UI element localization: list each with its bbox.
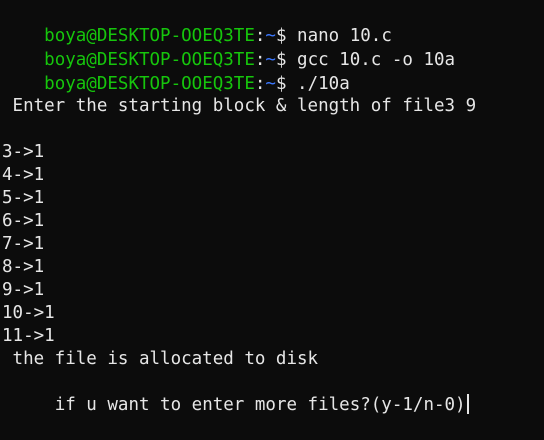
text-cursor bbox=[466, 394, 469, 414]
allocation-line: 11->1 bbox=[2, 326, 55, 346]
allocation-line: 3->1 bbox=[2, 142, 45, 162]
status-message: the file is allocated to disk bbox=[2, 349, 319, 369]
input-prompt-line[interactable]: if u want to enter more files?(y-1/n-0) bbox=[2, 371, 469, 415]
prompt-user-host: boya@DESKTOP-OOEQ3TE bbox=[44, 74, 255, 94]
allocation-line: 9->1 bbox=[2, 280, 45, 300]
allocation-line: 6->1 bbox=[2, 211, 45, 231]
command-line-run: boya@DESKTOP-OOEQ3TE:~$ ./10a bbox=[2, 50, 350, 94]
command-line-gcc: boya@DESKTOP-OOEQ3TE:~$ gcc 10.c -o 10a bbox=[2, 26, 455, 70]
prompt-colon: : bbox=[254, 74, 266, 94]
prompt-dollar: $ bbox=[275, 74, 287, 94]
allocation-line: 4->1 bbox=[2, 165, 45, 185]
command-line-nano: boya@DESKTOP-OOEQ3TE:~$ nano 10.c bbox=[2, 2, 392, 46]
program-question: Enter the starting block & length of fil… bbox=[2, 96, 477, 116]
prompt-path: ~ bbox=[265, 74, 276, 94]
allocation-line: 10->1 bbox=[2, 303, 55, 323]
terminal-window[interactable]: boya@DESKTOP-OOEQ3TE:~$ nano 10.c boya@D… bbox=[0, 0, 544, 415]
allocation-line: 7->1 bbox=[2, 234, 45, 254]
continue-prompt: if u want to enter more files?(y-1/n-0) bbox=[44, 395, 466, 415]
command-text: ./10a bbox=[286, 74, 350, 94]
allocation-line: 8->1 bbox=[2, 257, 45, 277]
allocation-line: 5->1 bbox=[2, 188, 45, 208]
